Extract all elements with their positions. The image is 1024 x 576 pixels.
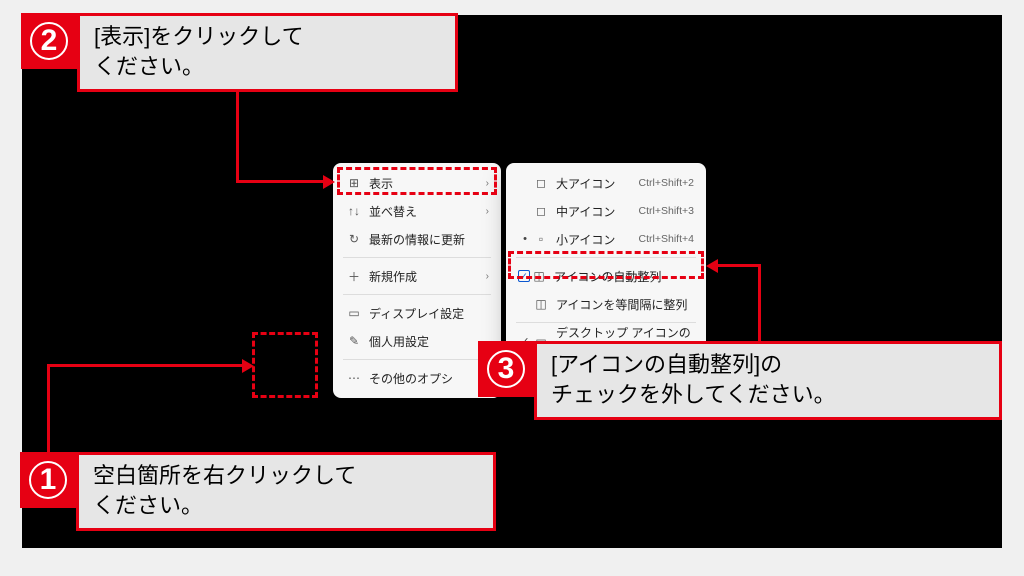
highlight-view-item bbox=[337, 167, 497, 195]
annotation-step-2: 2 [表示]をクリックしてください。 bbox=[21, 13, 458, 92]
menu-label: ディスプレイ設定 bbox=[363, 305, 489, 322]
annotation-text: 空白箇所を右クリックしてください。 bbox=[76, 452, 496, 531]
menu-label: 中アイコン bbox=[550, 203, 639, 220]
menu-item-display-settings[interactable]: ▭ ディスプレイ設定 bbox=[337, 299, 497, 327]
menu-label: アイコンを等間隔に整列 bbox=[550, 296, 694, 313]
radio-indicator: • bbox=[518, 233, 532, 245]
sort-icon: ↑↓ bbox=[345, 204, 363, 218]
context-menu-primary: ⊞ 表示 › ↑↓ 並べ替え › ↻ 最新の情報に更新 ＋ 新規作成 › ▭ デ… bbox=[333, 163, 501, 398]
annotation-connector bbox=[236, 92, 239, 182]
chevron-right-icon: › bbox=[486, 271, 489, 282]
menu-item-small-icons[interactable]: • ▫ 小アイコン Ctrl+Shift+4 bbox=[510, 225, 702, 253]
annotation-text: [アイコンの自動整列]のチェックを外してください。 bbox=[534, 341, 1002, 420]
refresh-icon: ↻ bbox=[345, 232, 363, 246]
annotation-connector bbox=[236, 180, 326, 183]
small-icon: ▫ bbox=[532, 232, 550, 246]
menu-item-medium-icons[interactable]: ◻ 中アイコン Ctrl+Shift+3 bbox=[510, 197, 702, 225]
menu-item-new[interactable]: ＋ 新規作成 › bbox=[337, 262, 497, 290]
arrowhead-icon bbox=[323, 175, 335, 189]
arrowhead-icon bbox=[706, 259, 718, 273]
menu-label: 最新の情報に更新 bbox=[363, 231, 489, 248]
annotation-connector bbox=[758, 264, 761, 344]
menu-label: 個人用設定 bbox=[363, 333, 489, 350]
menu-separator bbox=[343, 359, 491, 360]
menu-item-refresh[interactable]: ↻ 最新の情報に更新 bbox=[337, 225, 497, 253]
annotation-connector bbox=[47, 364, 50, 454]
menu-label: その他のオプシ bbox=[363, 370, 489, 387]
step-number-badge: 2 bbox=[21, 13, 77, 69]
menu-label: 並べ替え bbox=[363, 203, 486, 220]
menu-item-personalize[interactable]: ✎ 個人用設定 bbox=[337, 327, 497, 355]
step-number-badge: 1 bbox=[20, 452, 76, 508]
chevron-right-icon: › bbox=[486, 206, 489, 217]
menu-item-sort[interactable]: ↑↓ 並べ替え › bbox=[337, 197, 497, 225]
medium-icon: ◻ bbox=[532, 204, 550, 218]
annotation-step-1: 1 空白箇所を右クリックしてください。 bbox=[20, 452, 496, 531]
menu-separator bbox=[516, 322, 696, 323]
highlight-auto-arrange bbox=[508, 251, 704, 279]
shortcut-text: Ctrl+Shift+2 bbox=[639, 177, 694, 189]
annotation-text: [表示]をクリックしてください。 bbox=[77, 13, 458, 92]
menu-label: 小アイコン bbox=[550, 231, 639, 248]
menu-item-align-grid[interactable]: ◫ アイコンを等間隔に整列 bbox=[510, 290, 702, 318]
shortcut-text: Ctrl+Shift+3 bbox=[639, 205, 694, 217]
step-number-badge: 3 bbox=[478, 341, 534, 397]
grid-icon: ◫ bbox=[532, 297, 550, 311]
annotation-step-3: 3 [アイコンの自動整列]のチェックを外してください。 bbox=[478, 341, 1002, 420]
large-icon: ◻ bbox=[532, 176, 550, 190]
menu-item-more-options[interactable]: ⋯ その他のオプシ bbox=[337, 364, 497, 392]
menu-separator bbox=[343, 257, 491, 258]
menu-label: 新規作成 bbox=[363, 268, 486, 285]
shortcut-text: Ctrl+Shift+4 bbox=[639, 233, 694, 245]
menu-separator bbox=[343, 294, 491, 295]
annotation-connector bbox=[716, 264, 760, 267]
plus-icon: ＋ bbox=[345, 268, 363, 285]
menu-item-large-icons[interactable]: ◻ 大アイコン Ctrl+Shift+2 bbox=[510, 169, 702, 197]
menu-label: 大アイコン bbox=[550, 175, 639, 192]
annotation-connector bbox=[47, 364, 245, 367]
more-icon: ⋯ bbox=[345, 371, 363, 385]
highlight-empty-area bbox=[252, 332, 318, 398]
paint-icon: ✎ bbox=[345, 334, 363, 348]
monitor-icon: ▭ bbox=[345, 306, 363, 320]
